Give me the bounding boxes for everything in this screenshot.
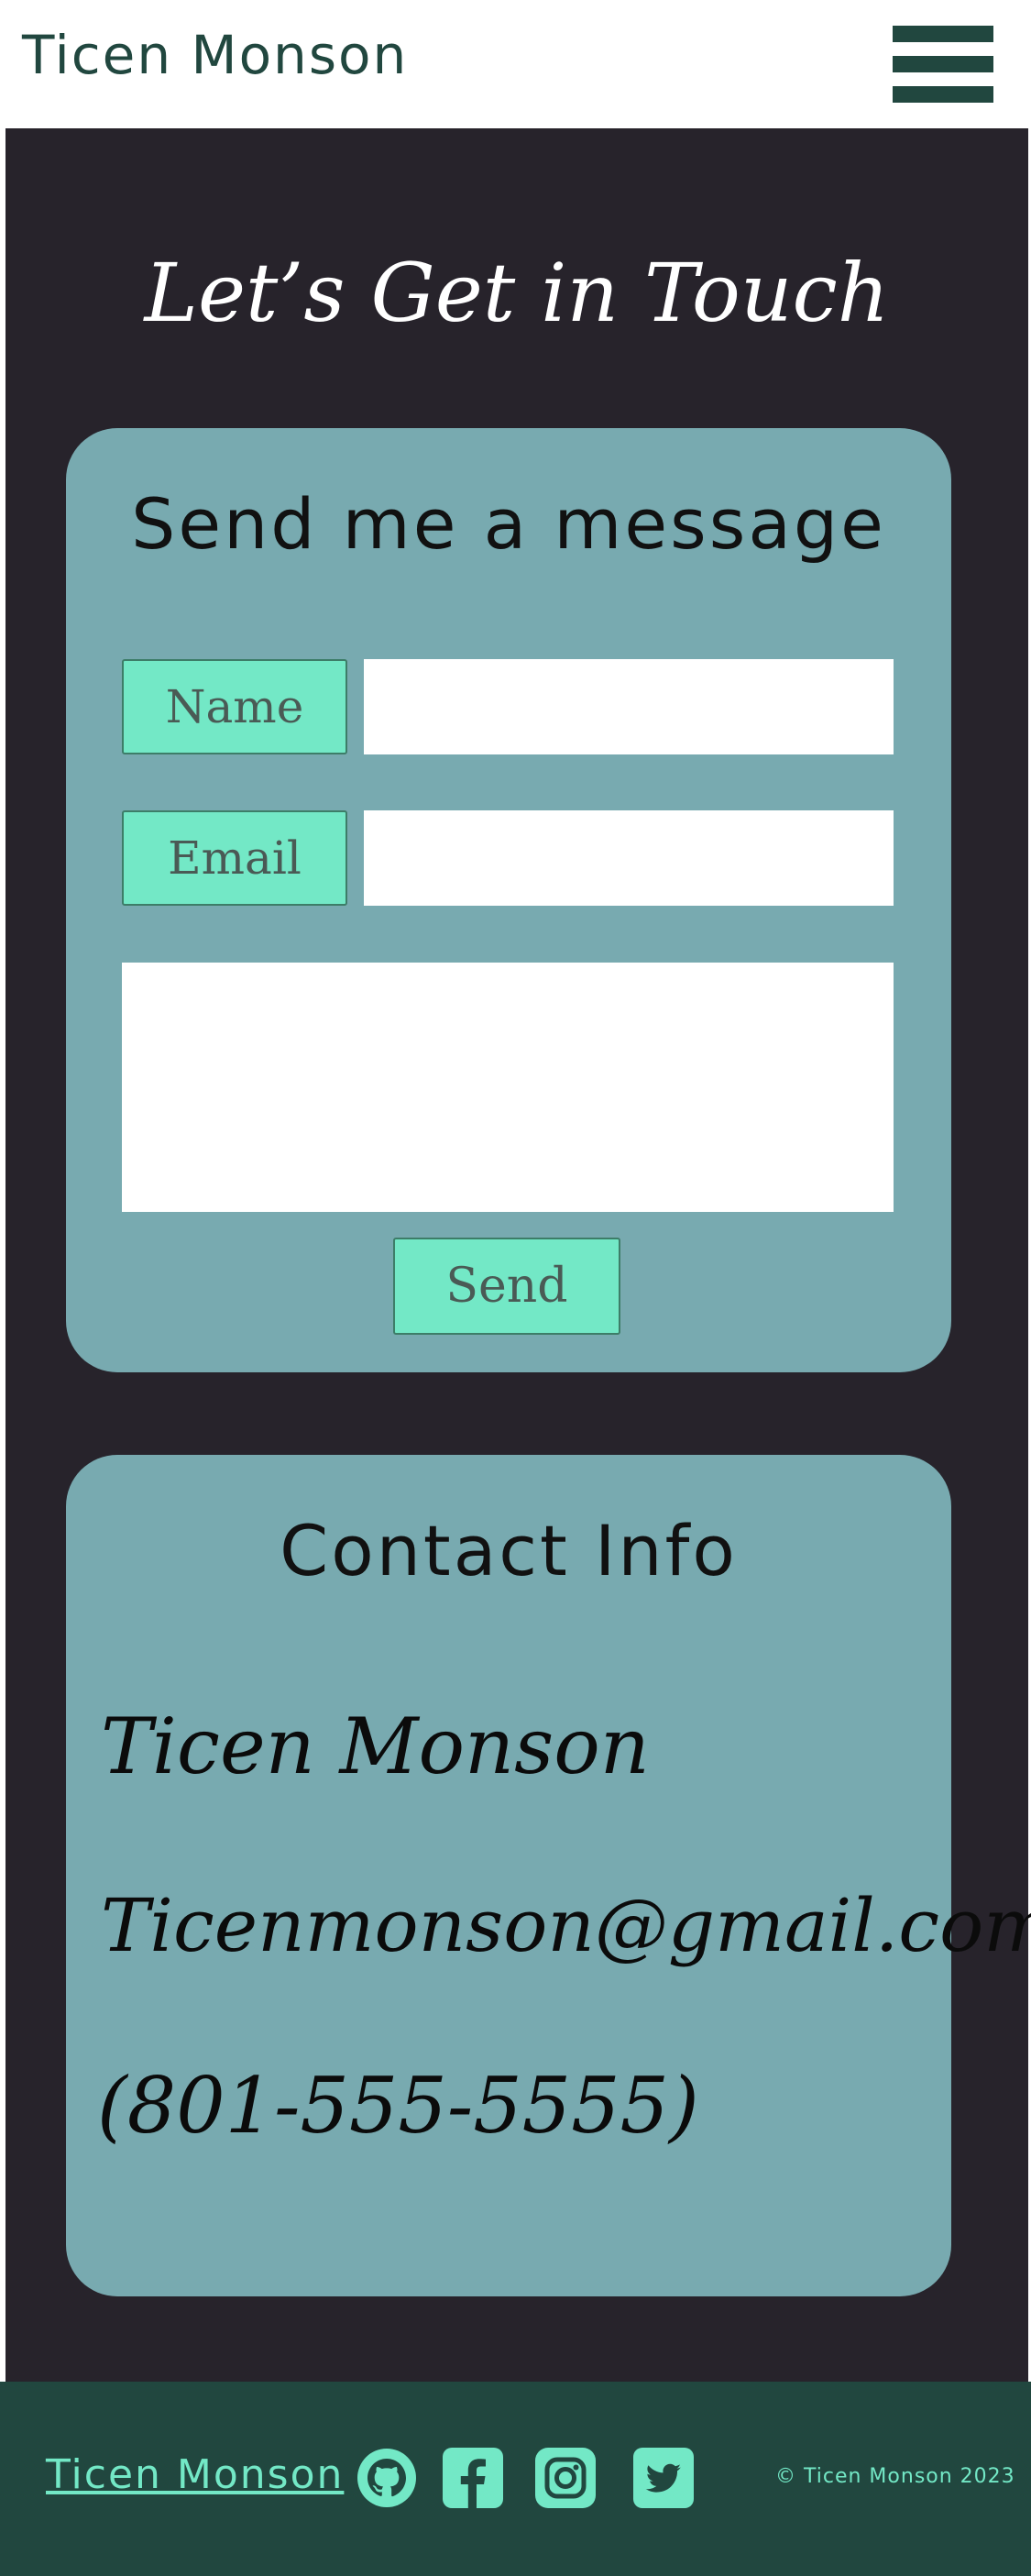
email-label: Email [122,810,347,906]
name-label: Name [122,659,347,754]
message-card: Send me a message Name Email Send [66,428,951,1372]
site-brand[interactable]: Ticen Monson [22,20,408,90]
site-header: Ticen Monson [0,0,1031,128]
name-input[interactable] [364,659,894,754]
contact-info-card: Contact Info Ticen Monson Ticenmonson@gm… [66,1455,1031,2296]
github-icon[interactable] [356,2448,417,2508]
footer-brand-link[interactable]: Ticen Monson [46,2449,344,2501]
contact-info-title: Contact Info [280,1510,738,1591]
email-input[interactable] [364,810,894,906]
twitter-icon[interactable] [633,2448,694,2508]
menu-bar [893,86,993,103]
contact-email: Ticenmonson@gmail.com [101,1883,1031,1968]
send-button[interactable]: Send [393,1238,620,1335]
contact-phone: (801-555-5555) [97,2061,699,2151]
menu-bar [893,56,993,72]
contact-main: Let’s Get in Touch Send me a message Nam… [5,128,1031,2382]
hamburger-menu-icon[interactable] [893,26,993,105]
message-textarea[interactable] [122,963,894,1212]
contact-name: Ticen Monson [101,1701,650,1791]
instagram-icon[interactable] [535,2448,596,2508]
site-footer: Ticen Monson © Ticen Monson 2023 [0,2382,1031,2576]
facebook-icon[interactable] [443,2448,503,2508]
page-title: Let’s Get in Touch [144,246,890,340]
message-card-title: Send me a message [131,483,886,565]
menu-bar [893,26,993,42]
copyright-text: © Ticen Monson 2023 [775,2465,1015,2488]
